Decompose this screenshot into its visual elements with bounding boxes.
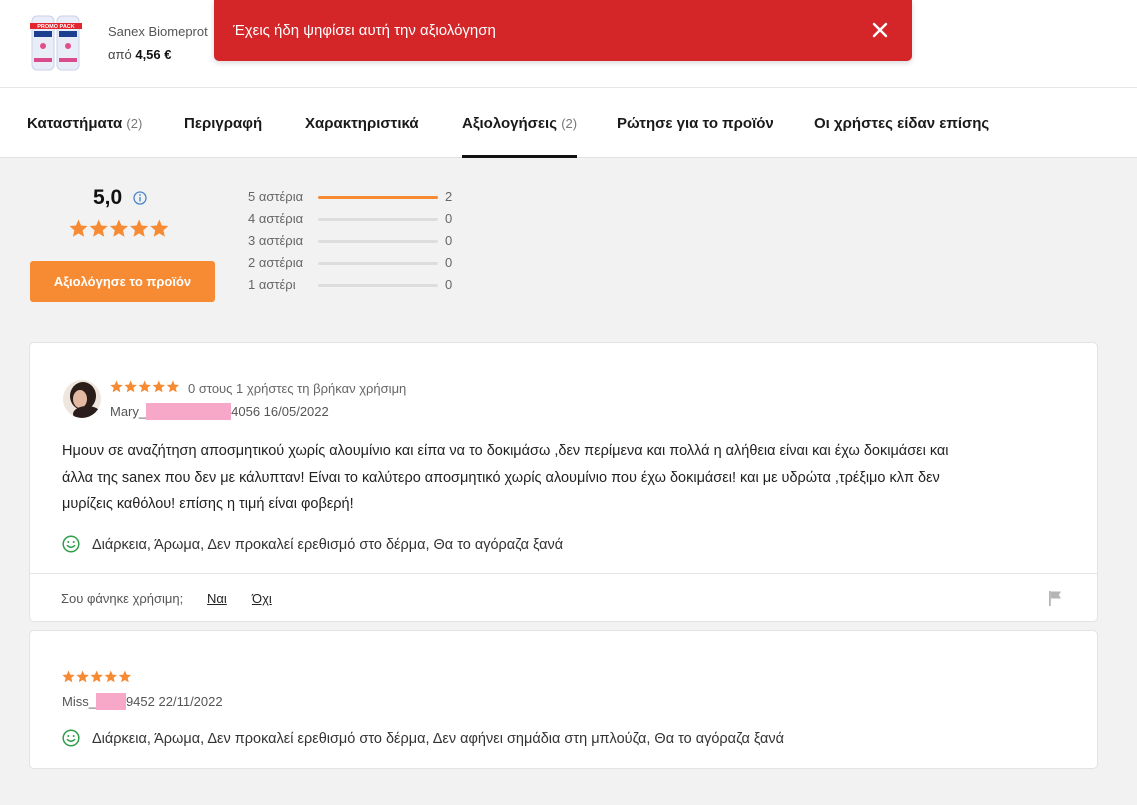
- review-date: 16/05/2022: [263, 404, 329, 419]
- star-icon: [124, 380, 137, 393]
- star-icon: [150, 219, 169, 237]
- review-footer: Σου φάνηκε χρήσιμη; Ναι Όχι: [30, 573, 1097, 621]
- reviewer-name-suffix: 9452: [125, 694, 155, 709]
- price-value: 4,56 €: [135, 47, 172, 62]
- helpful-question: Σου φάνηκε χρήσιμη;: [61, 591, 184, 606]
- tab-also-viewed[interactable]: Οι χρήστες είδαν επίσης: [814, 88, 989, 158]
- tab-label: Περιγραφή: [184, 115, 263, 132]
- star-icon: [166, 380, 180, 393]
- distribution-bar: [318, 284, 438, 287]
- avatar: [63, 380, 101, 418]
- tab-ask-question[interactable]: Ρώτησε για το προϊόν: [617, 88, 774, 158]
- star-icon: [90, 670, 103, 683]
- star-icon: [130, 219, 149, 237]
- tab-label: Χαρακτηριστικά: [305, 115, 419, 132]
- star-icon: [69, 219, 88, 237]
- average-stars: [69, 219, 169, 237]
- flag-icon[interactable]: [1048, 590, 1062, 606]
- review-pros: Διάρκεια, Άρωμα, Δεν προκαλεί ερεθισμό σ…: [92, 731, 785, 747]
- distribution-label: 3 αστέρια: [248, 233, 304, 248]
- review-stars: [62, 670, 132, 683]
- info-icon[interactable]: [133, 191, 147, 205]
- star-icon: [152, 380, 165, 393]
- star-icon: [104, 670, 117, 683]
- star-icon: [76, 670, 89, 683]
- distribution-count: 0: [445, 277, 453, 292]
- distribution-label: 5 αστέρια: [248, 189, 304, 204]
- distribution-bar: [318, 218, 438, 221]
- tab-stores[interactable]: Καταστήματα (2): [27, 88, 142, 158]
- distribution-bar: [318, 196, 438, 199]
- distribution-fill: [318, 196, 438, 199]
- tab-label: Καταστήματα: [27, 115, 123, 132]
- review-text: Ημουν σε αναζήτηση αποσμητικού χωρίς αλο…: [62, 443, 949, 512]
- product-tabs: Καταστήματα (2) Περιγραφή Χαρακτηριστικά…: [0, 88, 1137, 158]
- tab-specifications[interactable]: Χαρακτηριστικά: [305, 88, 419, 158]
- star-icon: [110, 380, 123, 393]
- distribution-count: 0: [445, 211, 453, 226]
- product-thumbnail[interactable]: PROMO PACK: [30, 14, 82, 72]
- review-card: Miss_ 9452 22/11/2022 Διάρκεια, Άρωμα, Δε…: [29, 630, 1098, 769]
- star-icon: [138, 380, 151, 393]
- error-toast: Έχεις ήδη ψηφίσει αυτή την αξιολόγηση: [214, 0, 912, 61]
- close-icon[interactable]: [872, 22, 888, 38]
- star-icon: [118, 670, 132, 683]
- tab-count: (2): [126, 116, 143, 131]
- tab-label: Αξιολογήσεις: [462, 115, 558, 132]
- vote-no-link[interactable]: Όχι: [252, 591, 272, 606]
- distribution-label: 2 αστέρια: [248, 255, 304, 270]
- reviewer-info: Mary_ 4056 16/05/2022: [110, 403, 329, 420]
- distribution-count: 0: [445, 255, 453, 270]
- tab-reviews[interactable]: Αξιολογήσεις (2): [462, 88, 578, 158]
- toast-message: Έχεις ήδη ψηφίσει αυτή την αξιολόγηση: [233, 22, 496, 39]
- tab-count: (2): [561, 116, 578, 131]
- redacted-name: [95, 693, 126, 710]
- average-rating: 5,0: [93, 186, 123, 209]
- distribution-bar: [318, 262, 438, 265]
- distribution-label: 4 αστέρια: [248, 211, 304, 226]
- star-icon: [89, 219, 108, 237]
- thumb-promo-text: PROMO PACK: [37, 24, 75, 30]
- reviewer-info: Miss_ 9452 22/11/2022: [62, 693, 223, 710]
- distribution-bar: [318, 240, 438, 243]
- star-icon: [109, 219, 128, 237]
- tab-label: Οι χρήστες είδαν επίσης: [814, 115, 990, 132]
- product-price: από 4,56 €: [108, 47, 172, 62]
- reviewer-name-prefix: Miss_: [62, 694, 96, 709]
- product-name[interactable]: Sanex Biomeprot: [108, 24, 208, 39]
- distribution-count: 2: [445, 189, 453, 204]
- star-icon: [62, 670, 75, 683]
- helpful-count: 0 στους 1 χρήστες τη βρήκαν χρήσιμη: [188, 381, 407, 396]
- tab-description[interactable]: Περιγραφή: [184, 88, 262, 158]
- review-stars: [110, 380, 180, 393]
- rate-product-button[interactable]: Αξιολόγησε το προϊόν: [30, 261, 215, 302]
- vote-yes-link[interactable]: Ναι: [207, 591, 227, 606]
- review-pros: Διάρκεια, Άρωμα, Δεν προκαλεί ερεθισμό σ…: [92, 537, 564, 553]
- distribution-count: 0: [445, 233, 453, 248]
- review-card: 0 στους 1 χρήστες τη βρήκαν χρήσιμη Mary…: [29, 342, 1098, 622]
- distribution-label: 1 αστέρι: [248, 277, 296, 292]
- reviewer-name-prefix: Mary_: [110, 404, 147, 419]
- tab-label: Ρώτησε για το προϊόν: [617, 115, 774, 132]
- smile-icon: [62, 729, 80, 747]
- redacted-name: [146, 403, 232, 420]
- price-prefix: από: [108, 47, 132, 62]
- review-date: 22/11/2022: [158, 694, 223, 709]
- reviewer-name-suffix: 4056: [231, 404, 261, 419]
- smile-icon: [62, 535, 80, 553]
